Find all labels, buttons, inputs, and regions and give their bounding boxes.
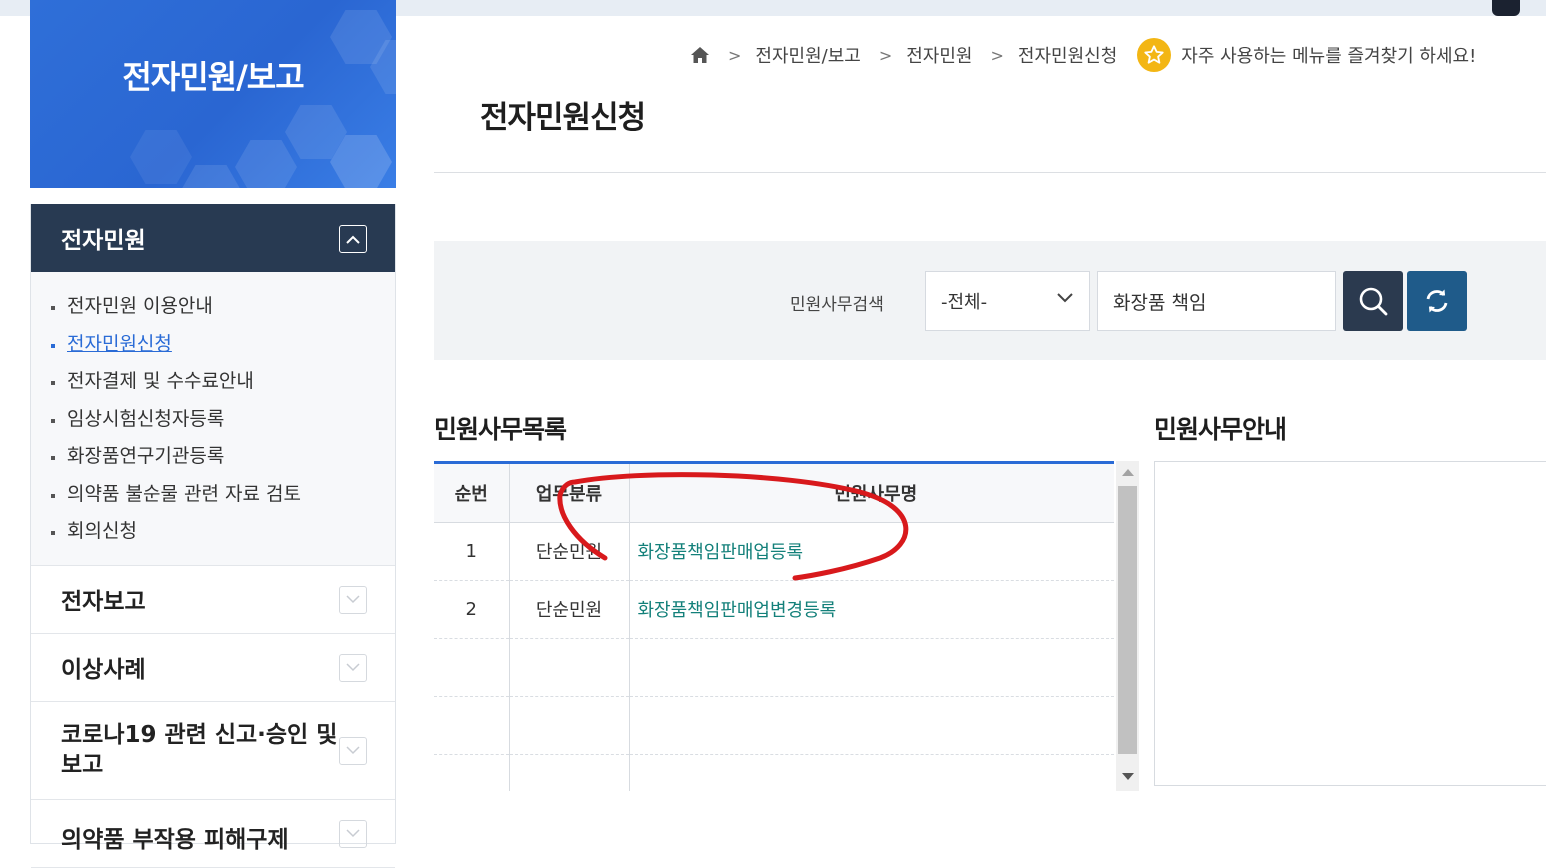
home-icon[interactable] <box>690 46 710 64</box>
row-category: 단순민원 <box>508 522 629 581</box>
petition-link[interactable]: 화장품책임판매업등록 <box>638 542 804 563</box>
table-row[interactable]: 2 단순민원 화장품책임판매업변경등록 <box>434 580 1114 639</box>
favorite-hint: 자주 사용하는 메뉴를 즐겨찾기 하세요! <box>1181 46 1477 67</box>
sidebar-item-e-report[interactable]: 전자보고 <box>31 566 395 634</box>
petition-link[interactable]: 화장품책임판매업변경등록 <box>638 600 837 621</box>
chevron-down-icon <box>346 595 360 604</box>
search-button[interactable] <box>1343 271 1403 331</box>
column-header-category: 업무분류 <box>508 464 629 523</box>
breadcrumb-item[interactable]: 전자민원 <box>906 42 972 68</box>
sidebar-section-header[interactable]: 전자민원 <box>31 204 395 272</box>
sidebar-item-label: 전자보고 <box>61 589 146 615</box>
favorite-star-button[interactable] <box>1137 38 1172 72</box>
expand-button[interactable] <box>339 736 367 765</box>
row-category: 단순민원 <box>508 580 629 639</box>
scroll-down-icon[interactable] <box>1122 773 1134 780</box>
table-row-empty <box>434 696 1114 755</box>
submenu-item-clinical[interactable]: 임상시험신청자등록 <box>49 401 395 439</box>
table-row-empty <box>434 638 1114 697</box>
column-header-no: 순번 <box>434 464 509 523</box>
expand-button[interactable] <box>339 585 367 614</box>
star-icon <box>1144 45 1164 64</box>
list-title: 민원사무목록 <box>434 415 567 444</box>
search-panel: 민원사무검색 -전체- <box>434 241 1546 360</box>
row-no: 2 <box>434 580 509 639</box>
chevron-down-icon <box>346 746 360 755</box>
sidebar-submenu: 전자민원 이용안내 전자민원신청 전자결제 및 수수료안내 임상시험신청자등록 … <box>31 272 395 566</box>
guide-title: 민원사무안내 <box>1154 415 1287 444</box>
petition-table: 순번 업무분류 민원사무명 1 단순민원 화장품책임판매업등록 2 단순민원 화… <box>434 461 1114 791</box>
sidebar-item-label: 의약품 부작용 피해구제 <box>61 826 289 853</box>
reset-button[interactable] <box>1407 271 1467 331</box>
breadcrumb-item-current[interactable]: 전자민원신청 <box>1018 42 1117 68</box>
scrollbar-thumb[interactable] <box>1118 486 1137 754</box>
chevron-up-icon <box>346 235 360 244</box>
top-strip-tab <box>1492 0 1520 16</box>
sidebar: 전자민원 전자민원 이용안내 전자민원신청 전자결제 및 수수료안내 임상시험신… <box>30 204 396 868</box>
category-select-value: -전체- <box>941 292 988 313</box>
breadcrumb-item[interactable]: 전자민원/보고 <box>755 42 860 68</box>
scroll-up-icon[interactable] <box>1122 469 1134 476</box>
table-header-row: 순번 업무분류 민원사무명 <box>434 464 1114 523</box>
category-select[interactable]: -전체- <box>925 271 1090 331</box>
search-label: 민원사무검색 <box>790 295 884 315</box>
submenu-item-impurity[interactable]: 의약품 불순물 관련 자료 검토 <box>49 476 395 514</box>
table-row-empty <box>434 754 1114 791</box>
sidebar-item-relief[interactable]: 의약품 부작용 피해구제 <box>31 800 395 868</box>
submenu-item-apply[interactable]: 전자민원신청 <box>49 326 395 364</box>
search-input[interactable] <box>1097 271 1336 331</box>
chevron-right-icon: > <box>878 45 893 65</box>
submenu-item-guide[interactable]: 전자민원 이용안내 <box>49 288 395 326</box>
banner-title: 전자민원/보고 <box>122 58 304 96</box>
breadcrumb: > 전자민원/보고 > 전자민원 > 전자민원신청 자주 사용하는 메뉴를 즐겨… <box>690 38 1477 72</box>
section-banner: 전자민원/보고 <box>30 0 396 188</box>
chevron-right-icon: > <box>728 45 742 65</box>
chevron-right-icon: > <box>990 45 1004 65</box>
chevron-down-icon <box>1057 293 1073 303</box>
guide-panel <box>1154 461 1546 786</box>
submenu-item-cosmetic-lab[interactable]: 화장품연구기관등록 <box>49 438 395 476</box>
search-icon <box>1359 287 1388 316</box>
sidebar-section-title: 전자민원 <box>61 228 146 254</box>
chevron-down-icon <box>346 663 360 672</box>
sidebar-item-label: 코로나19 관련 신고·승인 및 보고 <box>61 722 338 778</box>
submenu-item-payment[interactable]: 전자결제 및 수수료안내 <box>49 363 395 401</box>
title-divider <box>434 172 1546 173</box>
table-row[interactable]: 1 단순민원 화장품책임판매업등록 <box>434 522 1114 581</box>
refresh-icon <box>1426 289 1448 313</box>
sidebar-item-label: 이상사례 <box>61 657 146 683</box>
chevron-down-icon <box>346 829 360 838</box>
column-header-name: 민원사무명 <box>628 464 1114 523</box>
sidebar-item-covid[interactable]: 코로나19 관련 신고·승인 및 보고 <box>31 702 395 800</box>
expand-button[interactable] <box>339 653 367 682</box>
page-title: 전자민원신청 <box>480 100 646 136</box>
submenu-item-meeting[interactable]: 회의신청 <box>49 513 395 551</box>
row-no: 1 <box>434 522 509 581</box>
collapse-button[interactable] <box>339 225 367 253</box>
table-scrollbar[interactable] <box>1116 461 1139 791</box>
expand-button[interactable] <box>339 819 367 848</box>
sidebar-item-adverse-events[interactable]: 이상사례 <box>31 634 395 702</box>
